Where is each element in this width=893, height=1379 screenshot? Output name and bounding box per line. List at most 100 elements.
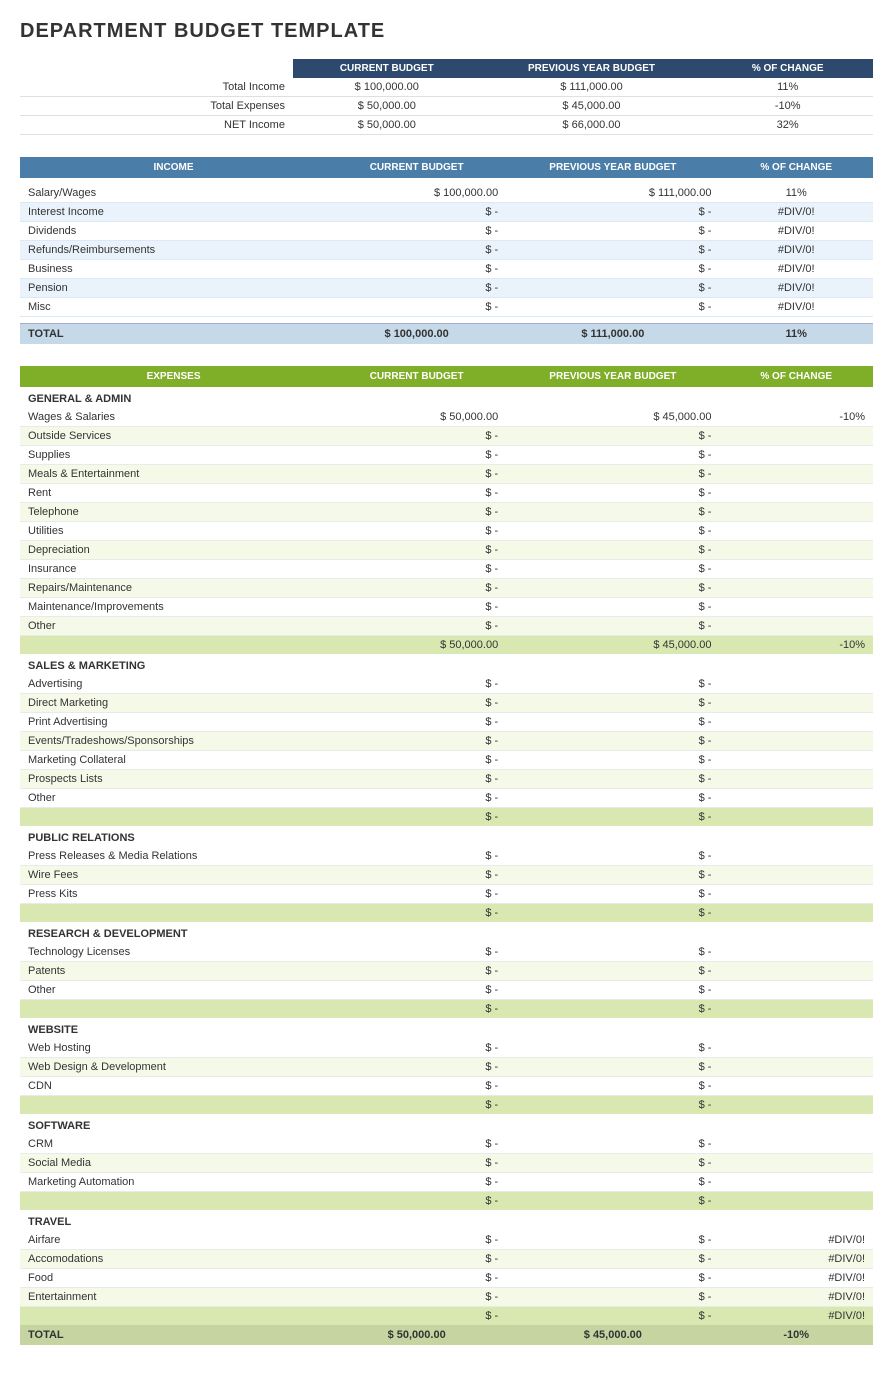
income-row: Pension $ - $ - #DIV/0! xyxy=(20,279,873,298)
expense-row-label: Outside Services xyxy=(20,427,327,446)
expenses-section-label: EXPENSES xyxy=(20,366,327,387)
subtotal-pct xyxy=(719,904,873,923)
expense-row-pct xyxy=(719,770,873,789)
category-name: GENERAL & ADMIN xyxy=(20,387,873,408)
expense-row-prev: $ - xyxy=(506,1077,719,1096)
expense-row-prev: $ - xyxy=(506,1231,719,1250)
expense-row-current: $ - xyxy=(327,484,506,503)
expense-row-label: CRM xyxy=(20,1135,327,1154)
expense-row-current: $ - xyxy=(327,1077,506,1096)
income-total-current: $ 100,000.00 xyxy=(327,324,506,345)
expense-row-prev: $ - xyxy=(506,465,719,484)
summary-row: Total Expenses $ 50,000.00 $ 45,000.00 -… xyxy=(20,97,873,116)
expense-row-prev: $ - xyxy=(506,1154,719,1173)
expense-row: Maintenance/Improvements $ - $ - xyxy=(20,598,873,617)
expense-row: Accomodations $ - $ - #DIV/0! xyxy=(20,1250,873,1269)
income-row-current: $ - xyxy=(327,241,506,260)
income-table: INCOME CURRENT BUDGET PREVIOUS YEAR BUDG… xyxy=(20,157,873,344)
category-subtotal: $ 50,000.00 $ 45,000.00 -10% xyxy=(20,636,873,655)
income-row-pct: #DIV/0! xyxy=(719,260,873,279)
subtotal-pct xyxy=(719,1192,873,1211)
summary-row-label: Total Income xyxy=(20,78,293,97)
expense-row-label: Insurance xyxy=(20,560,327,579)
summary-header-pct: % OF CHANGE xyxy=(702,59,873,78)
income-total-label: TOTAL xyxy=(20,324,327,345)
expense-row-label: Advertising xyxy=(20,675,327,694)
expense-row-label: Web Hosting xyxy=(20,1039,327,1058)
expense-row-prev: $ - xyxy=(506,1135,719,1154)
expense-row-prev: $ - xyxy=(506,579,719,598)
expense-row-prev: $ - xyxy=(506,675,719,694)
category-name: WEBSITE xyxy=(20,1018,873,1039)
expense-row-label: Depreciation xyxy=(20,541,327,560)
expense-row: Telephone $ - $ - xyxy=(20,503,873,522)
subtotal-pct: -10% xyxy=(719,636,873,655)
expense-row-prev: $ - xyxy=(506,541,719,560)
expense-row-pct xyxy=(719,943,873,962)
expense-row-pct xyxy=(719,617,873,636)
expense-row-current: $ - xyxy=(327,1058,506,1077)
expense-row-prev: $ - xyxy=(506,943,719,962)
expense-row: CDN $ - $ - xyxy=(20,1077,873,1096)
expense-row-prev: $ - xyxy=(506,427,719,446)
subtotal-current: $ - xyxy=(327,1192,506,1211)
income-row-prev: $ - xyxy=(506,279,719,298)
expense-row: Direct Marketing $ - $ - xyxy=(20,694,873,713)
expense-row-current: $ 50,000.00 xyxy=(327,408,506,427)
expense-row-label: Prospects Lists xyxy=(20,770,327,789)
subtotal-pct xyxy=(719,1000,873,1019)
category-name: TRAVEL xyxy=(20,1210,873,1231)
income-row-pct: #DIV/0! xyxy=(719,279,873,298)
expense-row-label: Direct Marketing xyxy=(20,694,327,713)
expense-row: Wire Fees $ - $ - xyxy=(20,866,873,885)
expense-row-label: Other xyxy=(20,617,327,636)
expense-row-label: Wages & Salaries xyxy=(20,408,327,427)
income-row-prev: $ - xyxy=(506,260,719,279)
income-row-pct: #DIV/0! xyxy=(719,203,873,222)
expense-row: Technology Licenses $ - $ - xyxy=(20,943,873,962)
income-row-prev: $ - xyxy=(506,222,719,241)
income-row-current: $ - xyxy=(327,298,506,317)
expense-row-current: $ - xyxy=(327,751,506,770)
category-subtotal: $ - $ - xyxy=(20,1192,873,1211)
expense-row-current: $ - xyxy=(327,1250,506,1269)
expense-row-pct xyxy=(719,427,873,446)
expense-row-current: $ - xyxy=(327,1135,506,1154)
subtotal-prev: $ - xyxy=(506,808,719,827)
income-row: Business $ - $ - #DIV/0! xyxy=(20,260,873,279)
category-header: GENERAL & ADMIN xyxy=(20,387,873,408)
income-row-current: $ - xyxy=(327,203,506,222)
expense-row: Marketing Collateral $ - $ - xyxy=(20,751,873,770)
expense-row-pct xyxy=(719,541,873,560)
category-name: PUBLIC RELATIONS xyxy=(20,826,873,847)
expense-row-label: Maintenance/Improvements xyxy=(20,598,327,617)
income-row-label: Business xyxy=(20,260,327,279)
expenses-total-prev: $ 45,000.00 xyxy=(506,1325,719,1345)
expense-row-current: $ - xyxy=(327,427,506,446)
expense-row: Other $ - $ - xyxy=(20,617,873,636)
subtotal-prev: $ - xyxy=(506,1096,719,1115)
income-total-prev: $ 111,000.00 xyxy=(506,324,719,345)
expense-row-pct xyxy=(719,1077,873,1096)
income-row-current: $ 100,000.00 xyxy=(327,184,506,203)
expense-row-current: $ - xyxy=(327,694,506,713)
expense-row: Web Design & Development $ - $ - xyxy=(20,1058,873,1077)
expense-row-label: Marketing Automation xyxy=(20,1173,327,1192)
expense-row-label: Press Kits xyxy=(20,885,327,904)
expense-row-label: Events/Tradeshows/Sponsorships xyxy=(20,732,327,751)
expense-row-label: Accomodations xyxy=(20,1250,327,1269)
expense-row-pct xyxy=(719,694,873,713)
summary-row-label: Total Expenses xyxy=(20,97,293,116)
income-row-current: $ - xyxy=(327,279,506,298)
expense-row-label: Entertainment xyxy=(20,1288,327,1307)
expense-row-label: Social Media xyxy=(20,1154,327,1173)
expense-row-pct: #DIV/0! xyxy=(719,1231,873,1250)
expense-row-pct: #DIV/0! xyxy=(719,1288,873,1307)
expense-row-pct xyxy=(719,885,873,904)
income-header-pct: % OF CHANGE xyxy=(719,157,873,178)
expense-row-pct xyxy=(719,675,873,694)
expense-row-prev: $ - xyxy=(506,598,719,617)
category-subtotal: $ - $ - xyxy=(20,1000,873,1019)
subtotal-prev: $ - xyxy=(506,1192,719,1211)
expense-row: Meals & Entertainment $ - $ - xyxy=(20,465,873,484)
